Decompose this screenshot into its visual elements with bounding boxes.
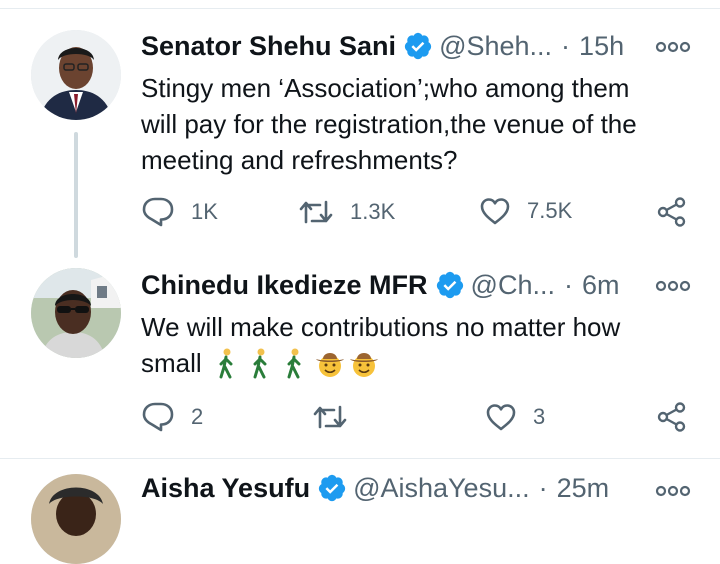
share-icon [657, 402, 686, 432]
dot-separator: · [561, 30, 571, 61]
like-count: 7.5K [527, 198, 573, 223]
tweet-divider [0, 458, 720, 459]
author-handle[interactable]: @Sheh... [439, 31, 552, 62]
author-name[interactable]: Senator Shehu Sani [141, 31, 396, 62]
dot-separator: · [538, 472, 548, 503]
thread-connector-line [74, 132, 78, 258]
person-walking-emoji [246, 347, 276, 379]
cowboy-face-emoji [348, 347, 378, 379]
tweet-timestamp[interactable]: 15h [579, 31, 624, 62]
tweet-header: Senator Shehu Sani @Sheh... · 15h [141, 28, 624, 64]
share-icon [657, 197, 686, 227]
like-icon [486, 404, 516, 431]
verified-badge-icon [435, 270, 465, 300]
like-button[interactable]: 3 [485, 402, 545, 432]
avatar-aisha-yesufu[interactable] [31, 474, 121, 564]
reply-button[interactable]: 1K [141, 196, 218, 228]
verified-badge-icon [317, 473, 347, 503]
tweet-header: Aisha Yesufu @AishaYesu... · 25m [141, 470, 609, 506]
like-count: 3 [533, 404, 546, 429]
tweet-timestamp[interactable]: 25m [557, 473, 610, 504]
share-button[interactable] [656, 196, 688, 228]
reply-icon [142, 197, 174, 227]
author-name[interactable]: Aisha Yesufu [141, 473, 310, 504]
reply-icon [142, 402, 174, 432]
emoji-row [208, 347, 378, 379]
tweet-text-line-2: small [141, 345, 701, 381]
more-options-icon[interactable] [655, 40, 691, 53]
tweet-text-word: small [141, 348, 202, 378]
tweet-text-line: will pay for the registration,the venue … [141, 109, 637, 139]
more-options-icon[interactable] [655, 279, 691, 292]
verified-badge-icon [403, 31, 433, 61]
tweet-text: We will make contributions no matter how… [141, 309, 701, 381]
author-handle[interactable]: @AishaYesu... [353, 473, 530, 504]
tweet-timestamp[interactable]: 6m [582, 270, 620, 301]
avatar-shehu-sani[interactable] [31, 30, 121, 120]
tweet-text: Stingy men ‘Association’;who among them … [141, 70, 701, 178]
more-options-icon[interactable] [655, 484, 691, 497]
top-divider [0, 8, 720, 9]
reply-button[interactable]: 2 [141, 401, 203, 433]
tweet-text-line: meeting and refreshments? [141, 145, 458, 175]
reply-count: 1K [191, 199, 218, 224]
share-button[interactable] [656, 401, 688, 433]
person-walking-emoji [212, 347, 242, 379]
dot-separator: · [563, 269, 573, 300]
tweet-text-line: We will make contributions no matter how [141, 312, 621, 342]
tweet-header: Chinedu Ikedieze MFR @Ch... · 6m [141, 267, 620, 303]
retweet-icon [313, 405, 347, 429]
retweet-button[interactable] [312, 401, 348, 433]
author-name[interactable]: Chinedu Ikedieze MFR [141, 270, 428, 301]
avatar-chinedu-ikedieze[interactable] [31, 268, 121, 358]
retweet-icon [299, 200, 333, 224]
cowboy-face-emoji [314, 347, 344, 379]
retweet-button[interactable]: 1.3K [298, 196, 395, 228]
tweet-text-line: Stingy men ‘Association’;who among them [141, 73, 630, 103]
like-icon [480, 198, 510, 225]
retweet-count: 1.3K [350, 199, 396, 224]
author-handle[interactable]: @Ch... [471, 270, 555, 301]
person-walking-emoji [280, 347, 310, 379]
like-button[interactable]: 7.5K [479, 196, 572, 226]
reply-count: 2 [191, 404, 204, 429]
